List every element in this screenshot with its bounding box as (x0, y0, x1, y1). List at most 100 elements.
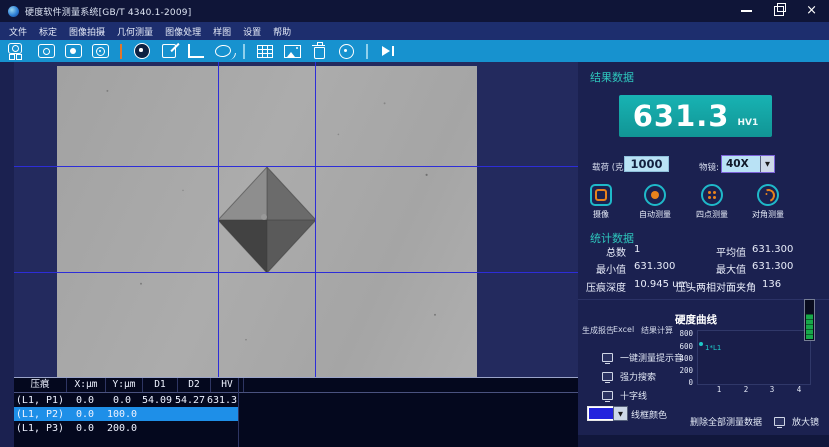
close-button[interactable]: × (806, 0, 817, 22)
indent-table: 压痕 X:μm Y:μm D1 D2 HV (L1, P1) 0.0 0.0 5… (14, 377, 578, 447)
stat-average-value: 631.300 (752, 244, 794, 255)
load-input[interactable] (624, 156, 669, 172)
stat-depth-label: 压痕深度 (586, 283, 626, 294)
table-cell: 54.27 (174, 394, 206, 406)
table-row[interactable]: (L1, P3) 0.0 200.0 (14, 421, 239, 435)
measure-line-horizontal-1 (14, 166, 578, 167)
table-cell: (L1, P2) (15, 408, 65, 420)
stat-min-label: 最小值 (596, 265, 626, 276)
table-cell: 0.0 (112, 394, 132, 406)
table-row-selected[interactable]: (L1, P2) 0.0 100.0 (14, 407, 239, 421)
menubar: 文件 标定 图像拍摄 几何测量 图像处理 样图 设置 帮助 (0, 22, 829, 40)
generate-report-button[interactable]: 生成报告 (582, 325, 614, 336)
hardness-value: 631.3 (632, 99, 730, 133)
chevron-down-icon[interactable]: ▼ (760, 156, 774, 172)
x-axis-tick: 2 (743, 385, 749, 394)
camera-preview-icon[interactable] (37, 42, 55, 60)
objective-value: 40X (722, 156, 760, 172)
table-edge (238, 378, 239, 447)
table-cell: 54.09 (141, 394, 173, 406)
stat-max-value: 631.300 (752, 261, 794, 272)
four-point-icon (701, 184, 723, 206)
snapshot-icon[interactable] (337, 42, 355, 60)
ruler-icon[interactable] (187, 42, 205, 60)
data-point (699, 342, 703, 346)
grid-table-icon[interactable] (256, 42, 274, 60)
titlebar: 硬度软件测量系统[GB/T 4340.1-2009] × (0, 0, 829, 22)
x-axis-tick: 3 (769, 385, 775, 394)
line-color-picker[interactable] (587, 406, 615, 421)
table-cell: 0.0 (75, 394, 95, 406)
camera-capture-icon[interactable] (64, 42, 82, 60)
menu-item-image-processing[interactable]: 图像处理 (165, 25, 201, 38)
menu-item-help[interactable]: 帮助 (273, 25, 291, 38)
menu-item-sample[interactable]: 样图 (213, 25, 231, 38)
table-row[interactable]: (L1, P1) 0.0 0.0 54.09 54.27 631.3 (14, 393, 239, 407)
toggle-strong-search[interactable]: 强力搜索 (602, 370, 656, 383)
stat-min-value: 631.300 (634, 261, 676, 272)
camera-capture-icon (590, 184, 612, 206)
restore-button[interactable] (774, 3, 787, 16)
minimize-button[interactable] (741, 10, 753, 12)
target-icon[interactable] (133, 42, 151, 60)
window-controls: × (741, 0, 817, 22)
app-logo-icon (8, 5, 19, 17)
table-cell: (L1, P1) (15, 394, 65, 406)
magnifier-button[interactable]: 放大镜 (774, 415, 819, 428)
auto-measure-button[interactable]: 自动测量 (631, 184, 679, 220)
menu-item-file[interactable]: 文件 (9, 25, 27, 38)
panel-divider (578, 299, 829, 300)
edit-report-icon[interactable] (160, 42, 178, 60)
delete-all-button[interactable]: 删除全部测量数据 (690, 415, 762, 428)
camera-settings-icon[interactable] (91, 42, 109, 60)
table-cell: 0.0 (75, 422, 95, 434)
objective-select[interactable]: 40X ▼ (721, 155, 775, 173)
run-next-icon[interactable] (379, 42, 397, 60)
image-gallery-icon[interactable] (283, 42, 301, 60)
chevron-down-icon[interactable]: ▼ (613, 406, 628, 421)
stat-angle-value: 136 (762, 279, 782, 290)
table-cell: 200.0 (106, 422, 138, 434)
stat-max-label: 最大值 (716, 265, 746, 276)
hardness-value-display: 631.3 HV1 (619, 95, 772, 137)
right-panel: 结果数据 631.3 HV1 载荷 (克): 物镜: 40X ▼ 摄像 自动测量… (578, 62, 829, 447)
toggle-crosshair[interactable]: 十字线 (602, 389, 647, 402)
menu-item-settings[interactable]: 设置 (243, 25, 261, 38)
menu-item-calibration[interactable]: 标定 (39, 25, 57, 38)
monitor-icon (602, 372, 613, 383)
y-axis-tick: 0 (688, 378, 693, 387)
chart-title: 硬度曲线 (675, 314, 717, 326)
menu-item-image-capture[interactable]: 图像拍摄 (69, 25, 105, 38)
results-section-title: 结果数据 (590, 71, 634, 84)
toolbar-separator (243, 43, 245, 59)
stat-total-value: 1 (634, 244, 641, 255)
four-point-measure-button[interactable]: 四点测量 (688, 184, 736, 220)
column-header-hv: HV (211, 378, 244, 392)
column-header-d1: D1 (143, 378, 178, 392)
menu-item-geometry-measure[interactable]: 几何测量 (117, 25, 153, 38)
trash-icon[interactable] (310, 42, 328, 60)
line-color-label: 线框颜色 (631, 411, 668, 421)
y-axis-tick: 200 (679, 366, 693, 375)
table-cell: 0.0 (75, 408, 95, 420)
table-header: 压痕 X:μm Y:μm D1 D2 HV (14, 378, 578, 393)
diagonal-measure-button[interactable]: 对角测量 (744, 184, 792, 220)
table-cell: (L1, P3) (15, 422, 65, 434)
excel-export-button[interactable]: Excel (613, 325, 634, 334)
toggle-measure-sound[interactable]: 一键测量提示音 (602, 351, 683, 364)
plot-area (697, 330, 811, 385)
lasso-select-icon[interactable] (214, 42, 232, 60)
image-viewport[interactable] (14, 62, 578, 377)
restore-icon (774, 3, 787, 16)
toolbar (0, 40, 829, 62)
stat-total-label: 总数 (606, 248, 626, 259)
level-meter (804, 299, 815, 341)
minimize-icon (741, 10, 753, 12)
capture-button[interactable]: 摄像 (577, 184, 625, 220)
monitor-icon (602, 353, 613, 364)
level-meter-fill (806, 314, 813, 339)
result-calc-button[interactable]: 结果计算 (641, 325, 673, 336)
camera-source-icon[interactable] (8, 42, 28, 60)
toolbar-separator (120, 43, 122, 59)
data-point-label: 1*L1 (705, 344, 722, 352)
